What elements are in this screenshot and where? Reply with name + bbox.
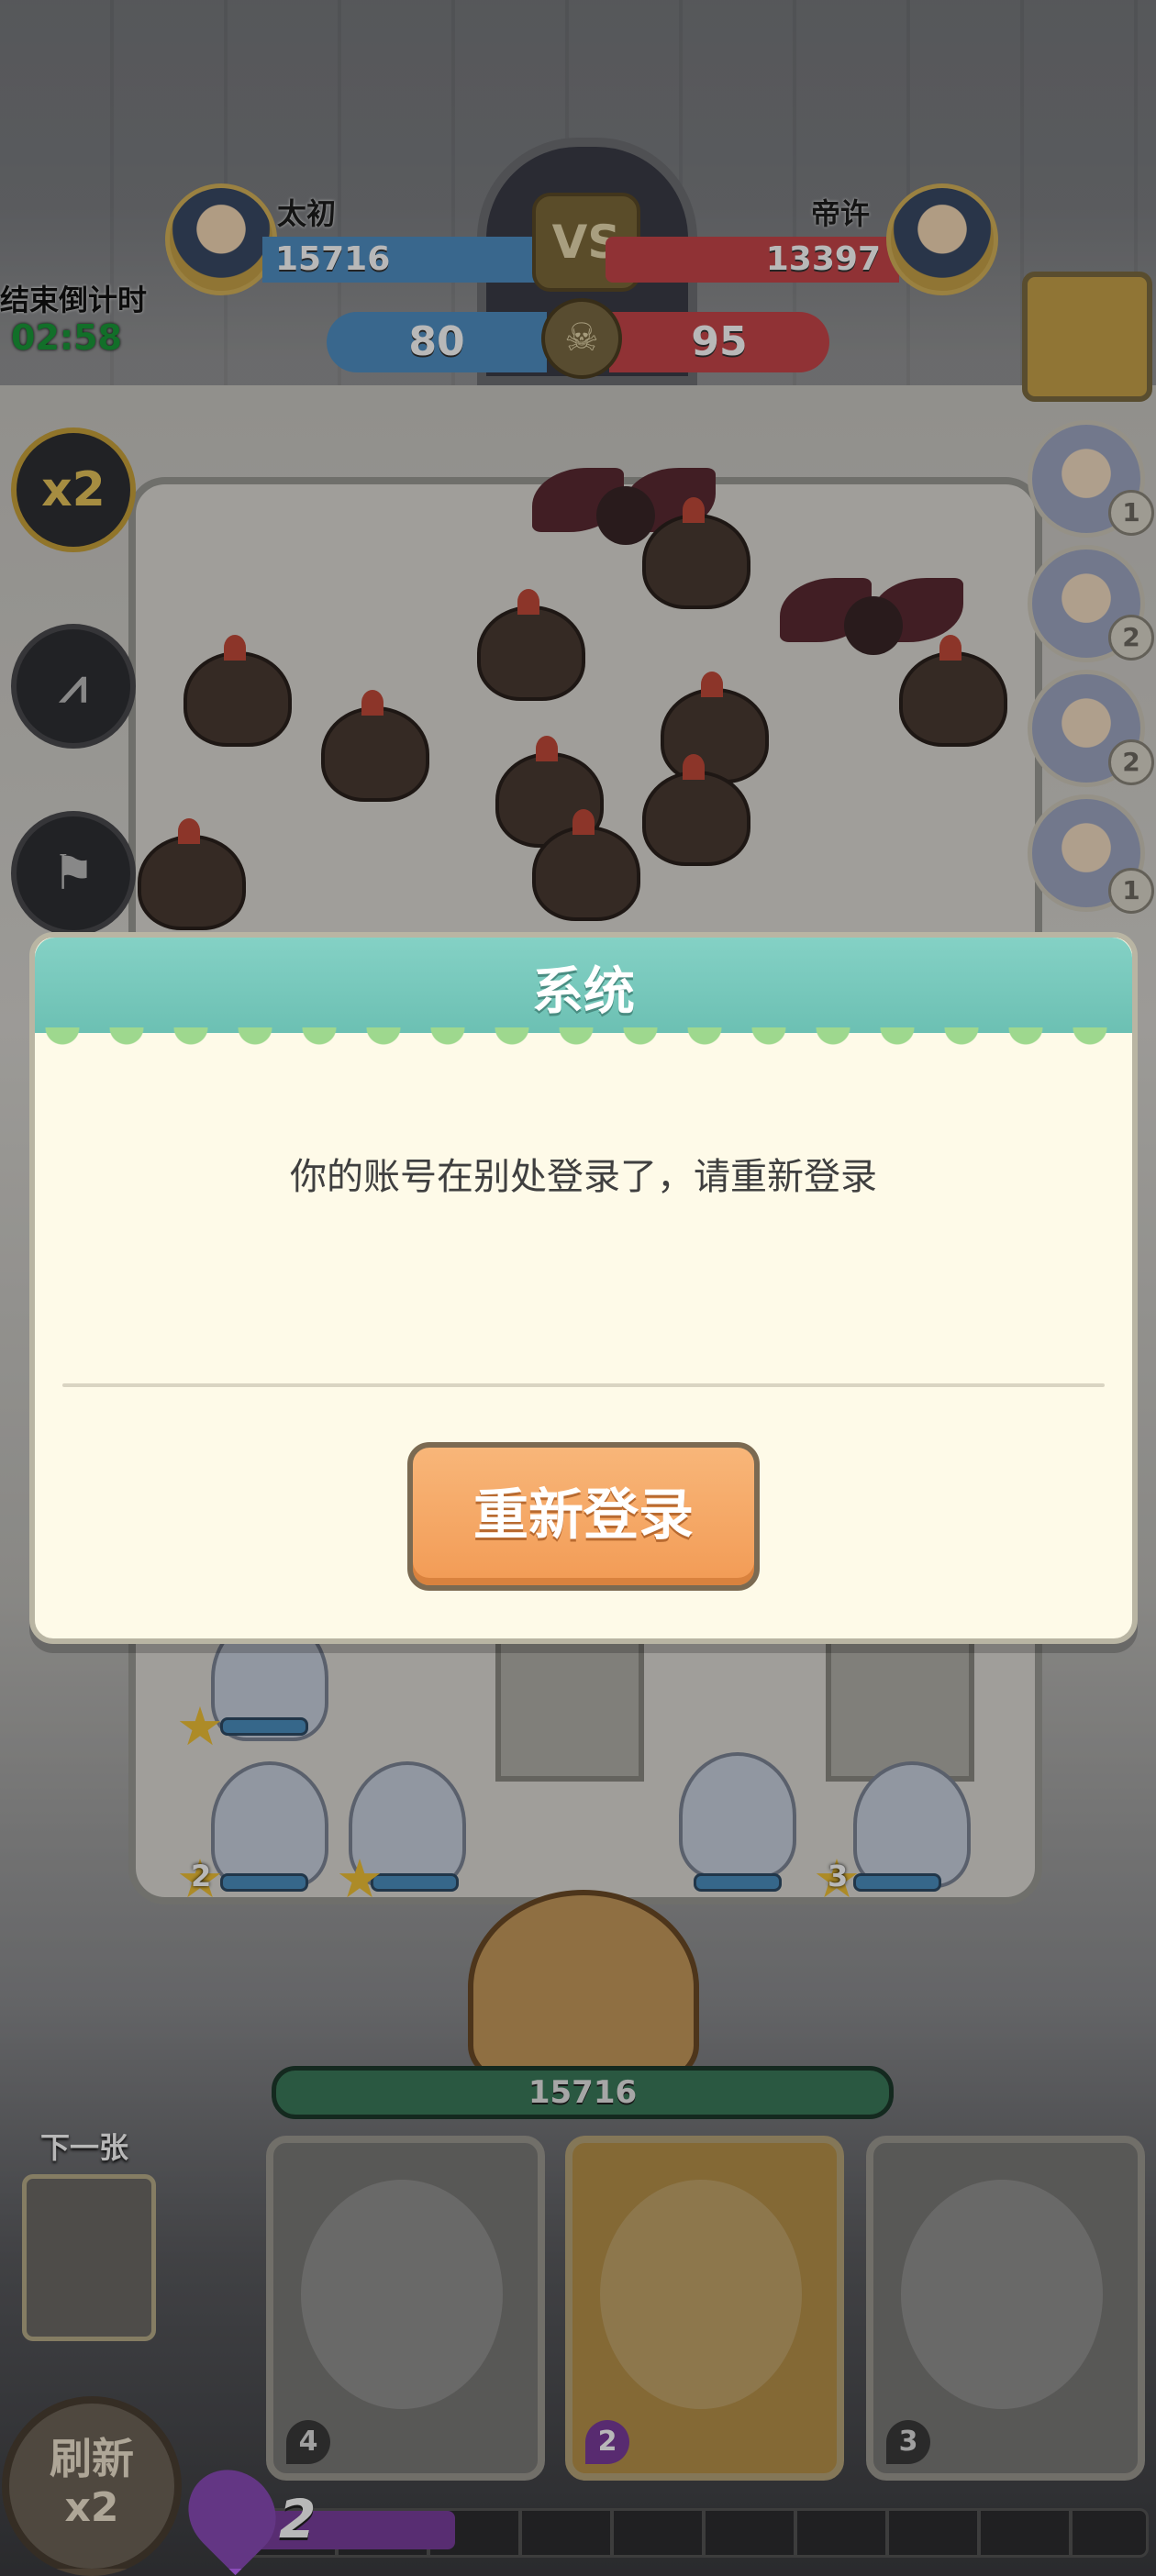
- relogin-button[interactable]: 重新登录: [407, 1442, 760, 1591]
- dialog-header: 系统: [35, 938, 1132, 1048]
- dialog-divider: [62, 1383, 1105, 1387]
- dialog-title: 系统: [532, 962, 635, 1022]
- dialog-message: 你的账号在别处登录了，请重新登录: [290, 1156, 877, 1198]
- system-dialog: 系统 你的账号在别处登录了，请重新登录 重新登录: [29, 932, 1138, 1644]
